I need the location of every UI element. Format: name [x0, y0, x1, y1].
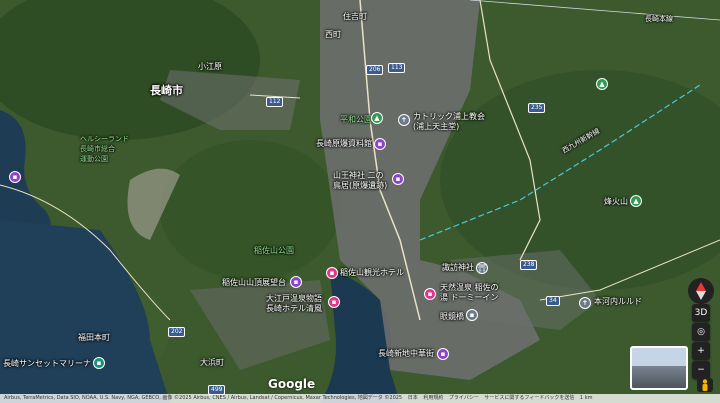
poi-label-shinchi-chinatown[interactable]: 長崎新地中華街	[378, 349, 434, 359]
poi-marker-heiwa-park[interactable]: ▲	[371, 112, 383, 124]
poi-label-inasayama-hotel[interactable]: 稲佐山観光ホテル	[340, 268, 404, 278]
poi-marker-urakami-cathedral[interactable]: ✝	[398, 114, 410, 126]
zoom-in-button[interactable]: +	[692, 342, 710, 360]
poi-label-sunset-marina[interactable]: 長崎サンセットマリーナ	[3, 359, 91, 369]
area-label-city-park: ヘルシーランド 長崎市総合 運動公園	[80, 135, 129, 163]
route-shield: 113	[388, 63, 406, 73]
poi-label-inasayama-observatory[interactable]: 稲佐山山頂展望台	[222, 278, 286, 288]
zoom-out-button[interactable]: −	[692, 361, 710, 379]
poi-marker-megane-bashi[interactable]: ▪	[466, 309, 478, 321]
poi-label-sanno-shrine[interactable]: 山王神社 二の 鳥居(原爆遺跡)	[333, 171, 387, 191]
route-shield: 112	[266, 97, 284, 107]
route-shield: 206	[366, 65, 384, 75]
footer-feedback-link[interactable]: サービスに関するフィードバックを送信	[484, 395, 574, 401]
city-label: 長崎市	[150, 84, 183, 97]
poi-marker-oedo-onsen[interactable]: ▪	[328, 296, 340, 308]
poi-marker-sanno-shrine[interactable]: ▪	[392, 173, 404, 185]
area-label-inasayama-park: 稲佐山公園	[254, 246, 294, 255]
poi-marker-atomic-museum[interactable]: ▪	[374, 138, 386, 150]
area-label-ohama: 大浜町	[200, 358, 224, 367]
poi-marker-sunset-marina[interactable]: ▪	[93, 357, 105, 369]
area-label-fukuda: 福田本町	[78, 333, 110, 342]
poi-label-megane-bashi[interactable]: 眼鏡橋	[440, 312, 464, 322]
poi-marker-west[interactable]: ▪	[9, 171, 21, 183]
poi-label-oedo-onsen[interactable]: 大江戸温泉物語 長崎ホテル清風	[266, 294, 322, 314]
road-label: 長崎本線	[645, 15, 673, 23]
poi-marker-inasayama-hotel[interactable]: ▪	[326, 267, 338, 279]
streetview-thumbnail[interactable]	[630, 346, 688, 390]
compass-button[interactable]	[688, 278, 714, 304]
scale-label[interactable]: 1 km	[580, 395, 593, 401]
pegman-button[interactable]	[697, 378, 713, 392]
my-location-button[interactable]: ◎	[692, 323, 710, 341]
poi-marker-hokazan[interactable]: ▲	[630, 195, 642, 207]
poi-marker-suwa-shrine[interactable]: ⛩	[476, 262, 488, 274]
poi-label-atomic-museum[interactable]: 長崎原爆資料館	[316, 139, 372, 149]
area-label-nishimachi: 西町	[325, 30, 341, 39]
route-shield: 238	[520, 260, 538, 270]
poi-label-hokazan[interactable]: 烽火山	[604, 197, 628, 207]
poi-marker-park-ne[interactable]: ▲	[596, 78, 608, 90]
area-label-koebara: 小江原	[198, 62, 222, 71]
compass-icon	[696, 282, 706, 300]
3d-toggle-button[interactable]: 3D	[692, 304, 710, 322]
area-label-sumiyoshi: 住吉町	[343, 12, 367, 21]
poi-label-urakami-cathedral[interactable]: カトリック浦上教会 (浦上天主堂)	[413, 112, 485, 132]
footer-country[interactable]: 日本	[408, 395, 418, 401]
poi-label-suwa-shrine[interactable]: 諏訪神社	[442, 263, 474, 273]
attribution-footer: Airbus, TerraMetrics, Data SIO, NOAA, U.…	[0, 394, 720, 403]
footer-privacy-link[interactable]: プライバシー	[449, 395, 479, 401]
poi-label-dormy-inn[interactable]: 天然温泉 稲佐の 湯 ドーミーイン	[440, 283, 499, 303]
poi-label-hokawachi[interactable]: 本河内ルルド	[594, 297, 642, 307]
poi-marker-shinchi-chinatown[interactable]: ▪	[437, 348, 449, 360]
poi-marker-inasayama-observatory[interactable]: ▪	[290, 276, 302, 288]
google-logo: Google	[268, 377, 316, 391]
footer-terms-link[interactable]: 利用規約	[423, 395, 443, 401]
poi-marker-hokawachi[interactable]: ✝	[579, 297, 591, 309]
route-shield: 202	[168, 327, 186, 337]
crosshair-icon: ◎	[697, 327, 705, 337]
attribution-text: Airbus, TerraMetrics, Data SIO, NOAA, U.…	[4, 395, 403, 401]
pegman-icon	[702, 379, 708, 391]
route-shield: 34	[546, 296, 560, 306]
route-shield: 235	[528, 103, 546, 113]
poi-marker-dormy-inn[interactable]: ▪	[424, 288, 436, 300]
area-label-heiwa-park: 平和公園	[340, 115, 372, 124]
